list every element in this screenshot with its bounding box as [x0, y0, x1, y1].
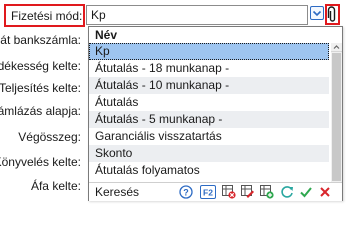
option-transfer-18-days[interactable]: Átutalás - 18 munkanap - — [89, 60, 329, 77]
option-label: Átutalás - 5 munkanap - — [95, 112, 223, 126]
svg-text:?: ? — [183, 188, 189, 198]
due-date-label: edékesség kelte: — [0, 59, 81, 73]
option-label: Átutalás — [95, 95, 139, 109]
option-warranty-retention[interactable]: Garanciális visszatartás — [89, 128, 329, 145]
option-transfer-5-days[interactable]: Átutalás - 5 munkanap - — [89, 111, 329, 128]
total-amount-label: Végösszeg: — [18, 130, 81, 144]
option-label: Garanciális visszatartás — [95, 129, 222, 143]
cancel-icon[interactable] — [318, 185, 332, 199]
dropdown-footer: Keresés ? F2 — [89, 182, 342, 201]
option-label: Skonto — [95, 146, 133, 160]
option-label: Átutalás - 10 munkanap - — [95, 78, 230, 92]
vat-date-label: Áfa kelte: — [30, 179, 81, 193]
option-transfer[interactable]: Átutalás — [89, 94, 329, 111]
option-label: Kp — [95, 44, 110, 58]
option-transfer-continuous[interactable]: Átutalás folyamatos — [89, 162, 329, 179]
dropdown-scrollbar[interactable] — [331, 43, 342, 183]
fulfillment-date-label: Teljesítés kelte: — [0, 81, 81, 95]
help-icon[interactable]: ? — [179, 185, 193, 199]
f2-key-icon[interactable]: F2 — [200, 185, 216, 199]
payment-method-value: Kp — [91, 8, 106, 22]
scroll-thumb[interactable] — [332, 53, 341, 181]
billing-basis-label: zámlázás alapja: — [0, 104, 81, 118]
payment-method-dropdown: Név Kp Átutalás - 18 munkanap - Átutalás… — [88, 26, 343, 201]
payment-method-label-box: Fizetési mód: — [4, 4, 85, 27]
payment-method-combo[interactable]: Kp — [86, 5, 308, 25]
column-header-name: Név — [89, 27, 342, 43]
refresh-icon[interactable] — [280, 185, 294, 199]
posting-date-label: Könyvelés kelte: — [0, 155, 81, 169]
option-skonto[interactable]: Skonto — [89, 145, 329, 162]
search-label[interactable]: Keresés — [95, 185, 139, 199]
own-bank-account-label: aját bankszámla: — [0, 33, 81, 47]
paperclip-icon — [327, 6, 336, 22]
add-grid-icon[interactable] — [260, 185, 274, 199]
option-transfer-10-days[interactable]: Átutalás - 10 munkanap - — [89, 77, 329, 94]
payment-method-label: Fizetési mód: — [11, 9, 83, 23]
chevron-up-icon — [333, 45, 340, 49]
option-label: Átutalás folyamatos — [95, 163, 200, 177]
dropdown-toggle-button[interactable] — [310, 6, 324, 20]
attachment-button[interactable] — [325, 4, 340, 25]
confirm-icon[interactable] — [299, 185, 313, 199]
chevron-down-icon — [312, 10, 322, 17]
option-label: Átutalás - 18 munkanap - — [95, 61, 230, 75]
scroll-up-button[interactable] — [331, 43, 342, 52]
edit-grid-icon[interactable] — [241, 185, 255, 199]
svg-text:F2: F2 — [203, 188, 213, 198]
option-kp[interactable]: Kp — [89, 43, 329, 60]
delete-grid-icon[interactable] — [222, 185, 236, 199]
